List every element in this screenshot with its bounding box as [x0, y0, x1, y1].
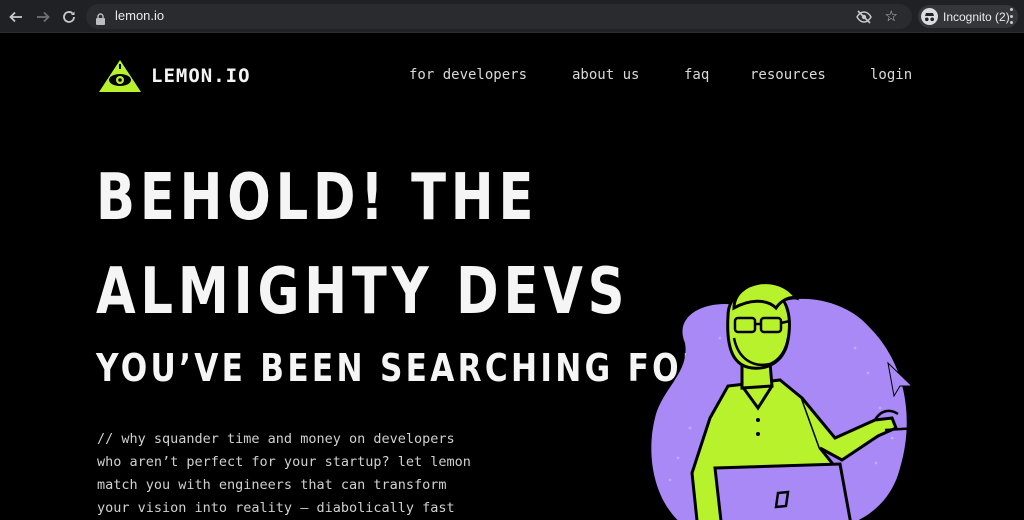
description-line: who aren’t perfect for your startup? let… — [97, 454, 471, 470]
nav-for-developers[interactable]: for developers — [409, 67, 527, 83]
incognito-icon — [921, 8, 938, 25]
address-bar[interactable]: lemon.io ☆ — [86, 4, 912, 29]
browser-toolbar: lemon.io ☆ Incognito (2) — [0, 0, 1024, 33]
hero-description: // why squander time and money on develo… — [97, 428, 517, 520]
nav-faq[interactable]: faq — [684, 67, 709, 83]
description-line: your vision into reality — diabolically … — [97, 500, 455, 516]
nav-login[interactable]: login — [870, 67, 912, 83]
developer-illustration — [651, 281, 919, 520]
incognito-label: Incognito (2) — [943, 9, 1010, 24]
url-text[interactable]: lemon.io — [115, 8, 164, 23]
forward-arrow-icon[interactable] — [33, 7, 53, 27]
nav-resources[interactable]: resources — [750, 67, 826, 83]
lock-icon[interactable] — [95, 10, 107, 25]
hero-headline-line-2: ALMIGHTY DEVS — [96, 255, 630, 329]
incognito-badge[interactable]: Incognito (2) — [918, 5, 1018, 28]
hero-headline-line-1: BEHOLD! THE — [96, 161, 539, 235]
nav-about-us[interactable]: about us — [572, 67, 639, 83]
reload-icon[interactable] — [59, 7, 79, 27]
more-vert-icon[interactable] — [1010, 8, 1014, 24]
website-viewport: LEMON.IO for developers about us faq res… — [0, 33, 1024, 520]
eye-off-icon[interactable] — [856, 9, 872, 25]
hero-subheadline: YOU’VE BEEN SEARCHING FOR — [96, 346, 710, 390]
star-icon[interactable]: ☆ — [885, 8, 898, 24]
description-line: match you with engineers that can transf… — [97, 477, 447, 493]
back-arrow-icon[interactable] — [6, 7, 26, 27]
description-line: // why squander time and money on develo… — [97, 431, 455, 447]
main-nav: for developers about us faq resources lo… — [0, 67, 1024, 89]
